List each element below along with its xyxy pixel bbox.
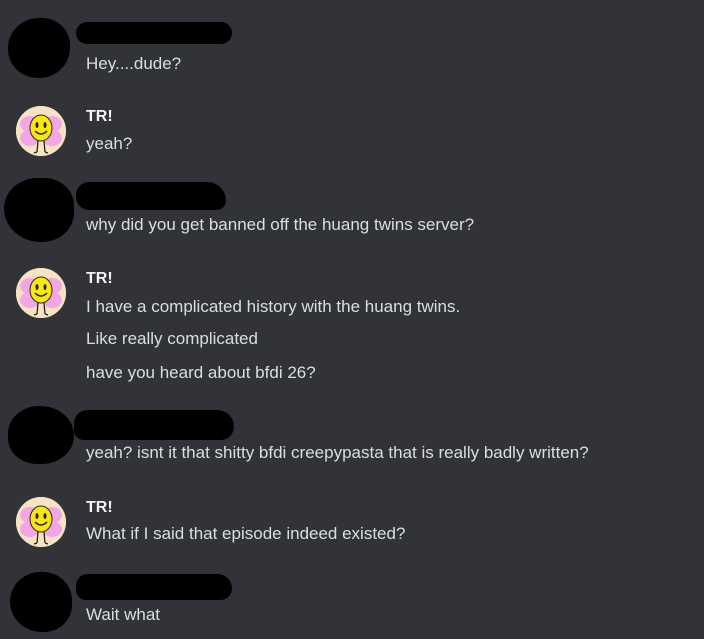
redacted-username — [74, 410, 234, 440]
avatar[interactable] — [10, 572, 72, 632]
flower-character-icon — [16, 268, 66, 318]
message-text: What if I said that episode indeed exist… — [86, 524, 406, 543]
avatar[interactable] — [8, 18, 70, 78]
message-text: have you heard about bfdi 26? — [86, 363, 316, 382]
redacted-username — [76, 182, 226, 210]
message-text: yeah? isnt it that shitty bfdi creepypas… — [86, 443, 589, 462]
redacted-username — [76, 574, 232, 600]
avatar[interactable] — [8, 406, 74, 464]
message-text: why did you get banned off the huang twi… — [86, 215, 475, 234]
avatar[interactable] — [4, 178, 74, 242]
redacted-username — [76, 22, 232, 44]
avatar[interactable] — [16, 497, 66, 547]
avatar[interactable] — [16, 268, 66, 318]
author-name[interactable]: TR! — [86, 269, 113, 289]
flower-character-icon — [16, 497, 66, 547]
message-text: yeah? — [86, 134, 133, 153]
author-name[interactable]: TR! — [86, 107, 113, 127]
message-text: I have a complicated history with the hu… — [86, 297, 461, 316]
message-text: Like really complicated — [86, 329, 258, 348]
message-text: Hey....dude? — [86, 54, 182, 73]
message-text: Wait what — [86, 605, 161, 624]
author-name[interactable]: TR! — [86, 498, 113, 518]
avatar[interactable] — [16, 106, 66, 156]
flower-character-icon — [16, 106, 66, 156]
